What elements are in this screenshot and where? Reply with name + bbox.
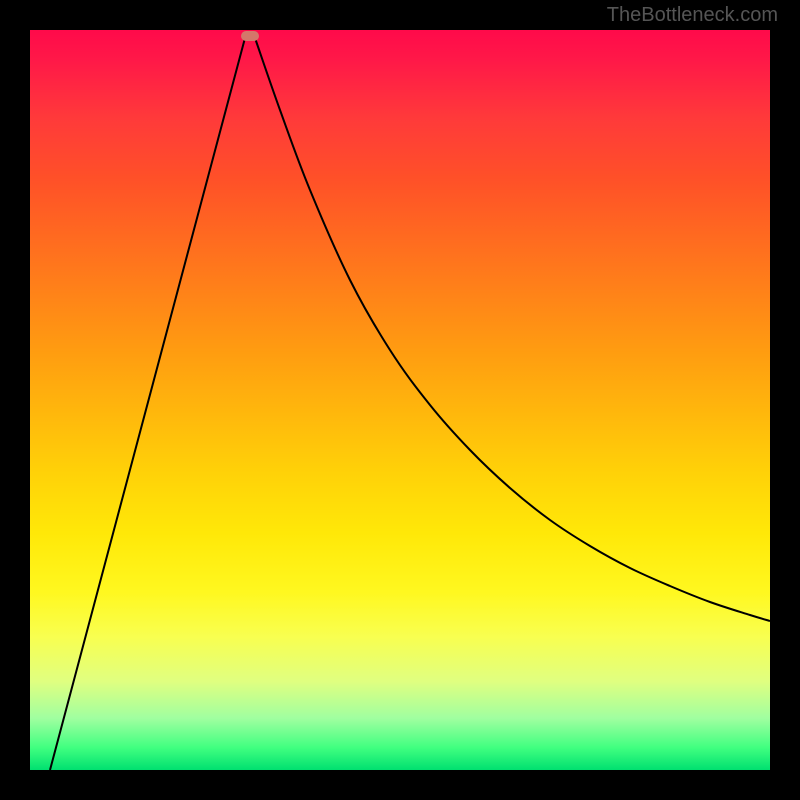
chart-svg: [30, 30, 770, 770]
watermark-text: TheBottleneck.com: [607, 4, 778, 27]
curve-path: [50, 38, 770, 770]
chart-area: [30, 30, 770, 770]
minimum-marker: [241, 31, 259, 41]
